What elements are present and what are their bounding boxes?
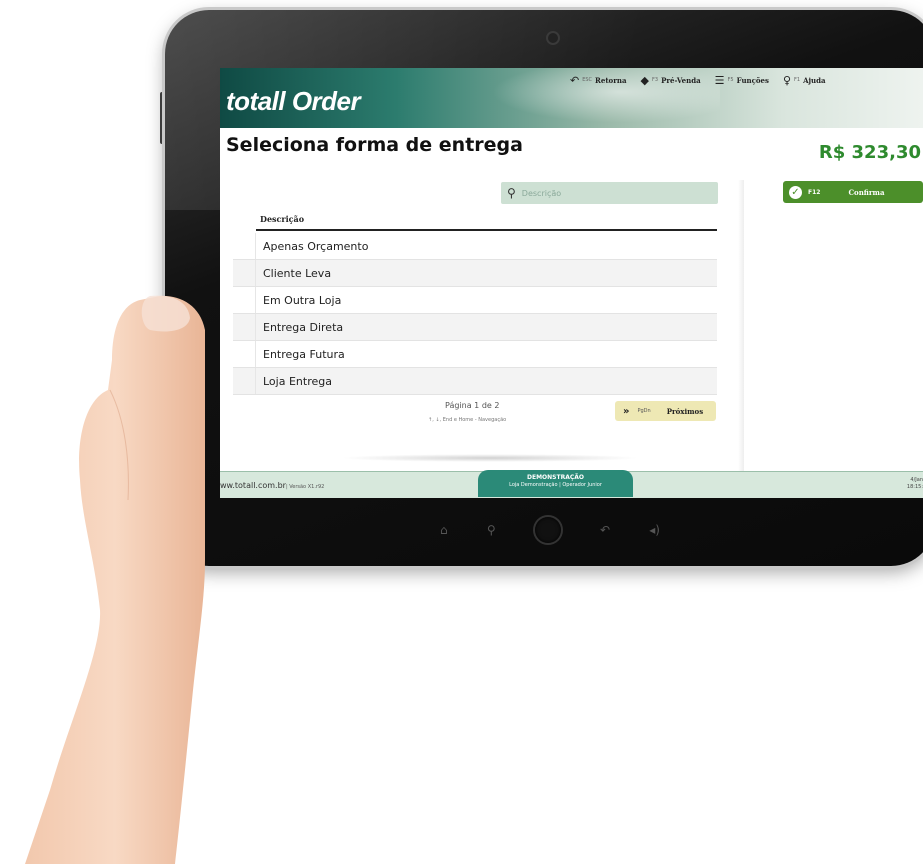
hand-image: [25, 295, 205, 864]
